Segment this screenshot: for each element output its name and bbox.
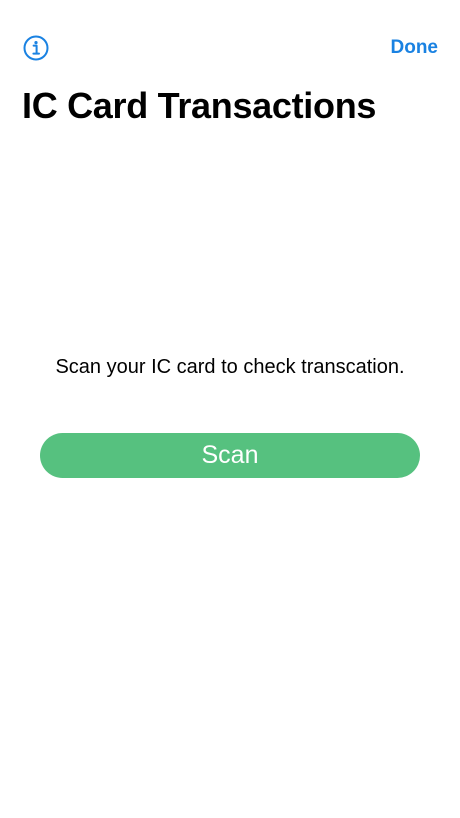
scan-button[interactable]: Scan: [40, 433, 420, 478]
navigation-bar: Done: [0, 28, 460, 68]
screen: Done IC Card Transactions Scan your IC c…: [0, 0, 460, 818]
info-button[interactable]: [22, 34, 50, 62]
done-button[interactable]: Done: [391, 36, 439, 60]
scan-instruction-text: Scan your IC card to check transcation.: [55, 356, 405, 378]
info-circle-icon: [23, 35, 49, 61]
page-title: IC Card Transactions: [22, 85, 377, 126]
